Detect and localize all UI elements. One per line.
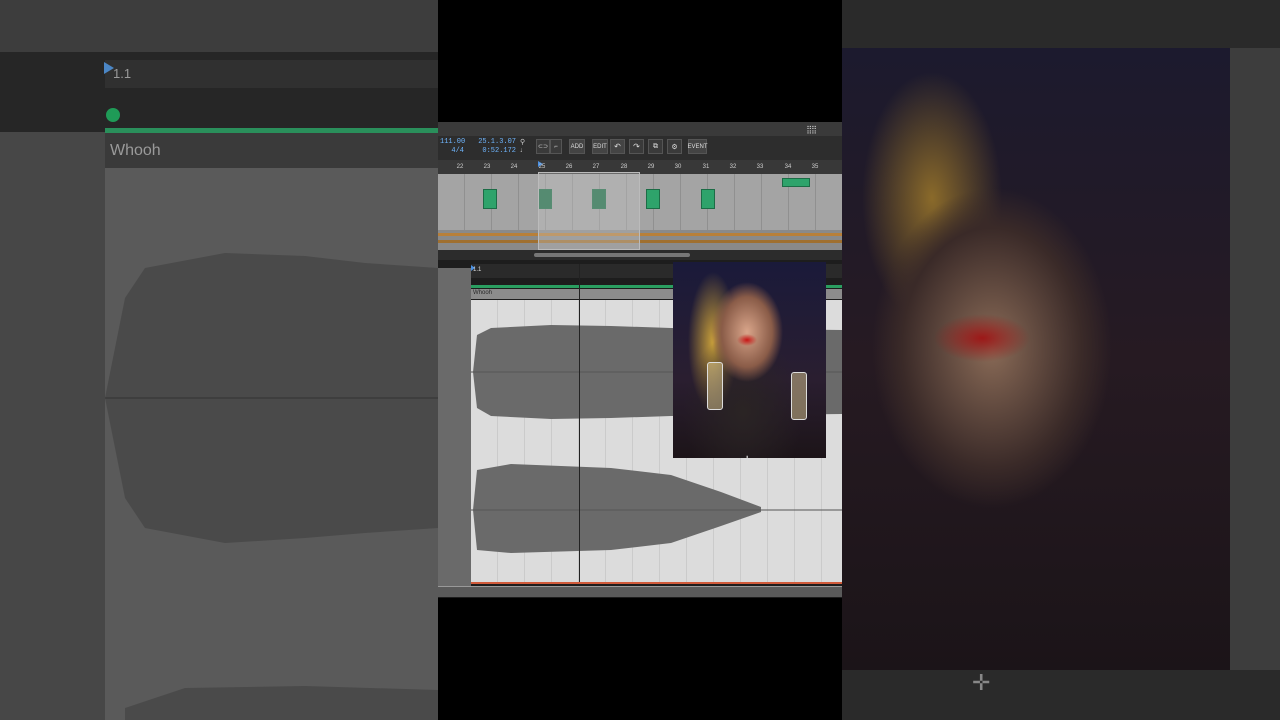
edit-cursor-line — [579, 264, 580, 582]
bg-move-cursor-icon: ✛ — [972, 670, 991, 695]
bar-number: 30 — [674, 164, 682, 170]
audio-clip[interactable] — [782, 178, 810, 187]
audio-clip[interactable] — [483, 189, 497, 209]
clip-name: Whooh — [473, 290, 493, 296]
bar-number: 24 — [510, 164, 518, 170]
editor-marker-label: 1.1 — [473, 267, 482, 273]
end-marker-line — [471, 582, 842, 584]
bg-clip-label: Whooh — [110, 142, 161, 159]
scroll-thumb[interactable] — [534, 253, 690, 257]
move-cursor-icon: ✛ — [743, 455, 752, 466]
redo-icon[interactable]: ↷ — [629, 139, 644, 154]
grip-icon[interactable]: ⣿⣿ — [806, 125, 817, 134]
bg-waveform — [105, 253, 438, 720]
bars-beats-value: 25.1.3.07 — [478, 138, 516, 146]
bar-number: 26 — [565, 164, 573, 170]
edit-button[interactable]: EDIT — [592, 139, 608, 154]
video-overlay — [673, 262, 826, 458]
bg-ruler — [105, 60, 438, 88]
add-button[interactable]: ADD — [569, 139, 585, 154]
background-left-zoom: 1.1 Whooh — [0, 0, 438, 720]
background-right-zoom: ✛ — [842, 0, 1280, 720]
horizontal-scrollbar[interactable] — [438, 250, 842, 260]
copy-icon[interactable]: ⧉ — [648, 139, 663, 154]
audio-clip[interactable] — [701, 189, 715, 209]
bar-number: 25 — [538, 164, 546, 170]
bg-marker-label: 1.1 — [113, 66, 132, 81]
bar-number: 31 — [702, 164, 710, 170]
editor-lane-header — [438, 268, 471, 590]
tempo-display[interactable]: 111.00 4/4 — [440, 138, 466, 156]
transport-bar: 111.00 4/4 25.1.3.07 0:52.172 ⚲ ♩ ⊂⊃ ⌐ AD… — [438, 136, 842, 160]
position-display[interactable]: 25.1.3.07 0:52.172 — [474, 138, 516, 156]
bg-green-line — [105, 128, 438, 133]
arrangement-overview[interactable] — [438, 174, 842, 230]
bg-lane — [0, 132, 105, 720]
bar-number: 35 — [811, 164, 819, 170]
bg-video-frame — [842, 48, 1230, 670]
bg-toolbar — [0, 0, 438, 52]
metronome-icon[interactable]: ⚲ ♩ — [520, 139, 527, 155]
event-button[interactable]: EVENT — [688, 139, 708, 154]
daw-window: ⣿⣿ 111.00 4/4 25.1.3.07 0:52.172 ⚲ ♩ ⊂⊃ ⌐… — [438, 0, 842, 720]
tempo-value: 111.00 — [440, 138, 466, 146]
bg-waveform-area — [105, 168, 438, 720]
bar-number: 23 — [483, 164, 491, 170]
bar-number: 32 — [729, 164, 737, 170]
bg-editor-edge — [1230, 48, 1280, 670]
undo-icon[interactable]: ↶ — [610, 139, 625, 154]
selection-range[interactable] — [538, 172, 640, 250]
bg-marker-dot — [106, 108, 120, 122]
title-bar: ⣿⣿ — [438, 122, 842, 136]
settings-icon[interactable]: ⚙ — [667, 139, 682, 154]
champagne-glass — [791, 372, 807, 420]
time-signature: 4/4 — [451, 147, 464, 155]
audio-clip[interactable] — [646, 189, 660, 209]
timeline-ruler[interactable]: 22 23 24 25 26 27 28 29 30 31 32 33 34 3… — [438, 160, 842, 174]
bar-number: 27 — [592, 164, 600, 170]
bar-number: 29 — [647, 164, 655, 170]
bar-number: 34 — [784, 164, 792, 170]
automation-lanes — [438, 230, 842, 250]
editor-scrollbar[interactable] — [438, 586, 842, 597]
lane-line — [438, 233, 842, 236]
champagne-glass — [707, 362, 723, 410]
bar-number: 33 — [756, 164, 764, 170]
time-value: 0:52.172 — [482, 147, 516, 155]
bar-number: 22 — [456, 164, 464, 170]
loop-icon[interactable]: ⊂⊃ — [536, 139, 550, 154]
snap-icon[interactable]: ⌐ — [550, 139, 562, 154]
lane-line — [438, 240, 842, 243]
bar-number: 28 — [620, 164, 628, 170]
